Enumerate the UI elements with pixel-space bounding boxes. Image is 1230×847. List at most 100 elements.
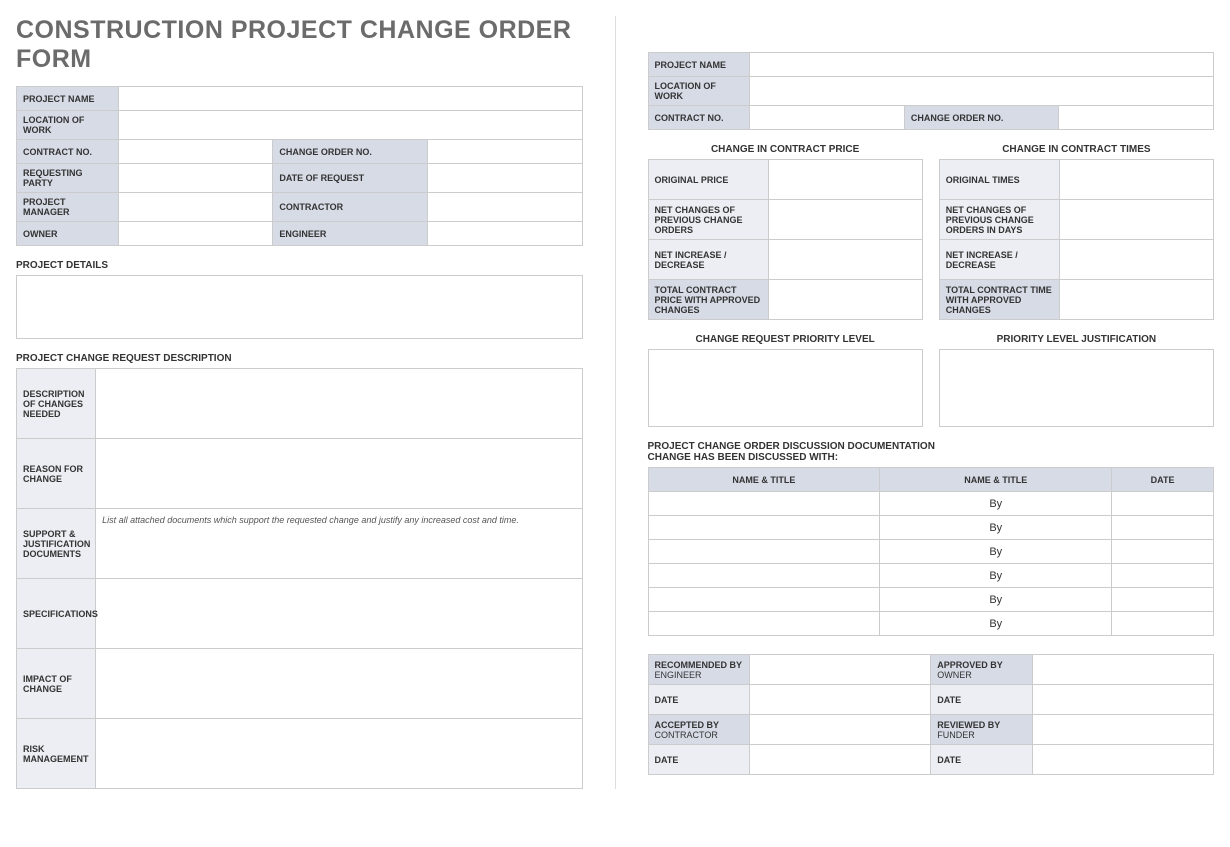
field-contract-no[interactable]	[118, 140, 273, 164]
field-contract-no-r[interactable]	[750, 106, 905, 130]
field-approved-by[interactable]	[1033, 655, 1214, 685]
field-project-manager[interactable]	[118, 193, 273, 222]
section-times-title: CHANGE IN CONTRACT TIMES	[939, 144, 1214, 155]
cell-name1[interactable]	[648, 588, 880, 612]
label-orig-price: ORIGINAL PRICE	[648, 160, 769, 200]
table-row: By	[648, 540, 1214, 564]
label-net-prev-times: NET CHANGES OF PREVIOUS CHANGE ORDERS IN…	[939, 200, 1060, 240]
field-owner[interactable]	[118, 222, 273, 246]
form-title: CONSTRUCTION PROJECT CHANGE ORDER FORM	[16, 16, 583, 74]
section-change-req-desc: PROJECT CHANGE REQUEST DESCRIPTION	[16, 353, 583, 364]
field-project-name[interactable]	[118, 87, 582, 111]
section-priority-just: PRIORITY LEVEL JUSTIFICATION	[939, 334, 1214, 345]
label-project-manager: PROJECT MANAGER	[17, 193, 119, 222]
header-table-left: PROJECT NAME LOCATION OF WORK CONTRACT N…	[16, 86, 583, 246]
field-project-details[interactable]	[16, 275, 583, 339]
label-location: LOCATION OF WORK	[17, 111, 119, 140]
field-impact[interactable]	[96, 649, 582, 719]
cell-date[interactable]	[1112, 588, 1214, 612]
label-reason: REASON FOR CHANGE	[17, 439, 96, 509]
label-recommended-by: RECOMMENDED BYENGINEER	[648, 655, 750, 685]
table-row: By	[648, 492, 1214, 516]
field-date-4[interactable]	[1033, 745, 1214, 775]
field-net-prev-times[interactable]	[1060, 200, 1214, 240]
field-support[interactable]: List all attached documents which suppor…	[96, 509, 582, 579]
field-engineer[interactable]	[427, 222, 582, 246]
field-change-order-no[interactable]	[427, 140, 582, 164]
cell-name1[interactable]	[648, 564, 880, 588]
label-date-4: DATE	[931, 745, 1033, 775]
cell-by[interactable]: By	[880, 516, 1112, 540]
cell-date[interactable]	[1112, 612, 1214, 636]
field-accepted-by[interactable]	[750, 715, 931, 745]
field-specifications[interactable]	[96, 579, 582, 649]
field-priority-level[interactable]	[648, 349, 923, 427]
field-location[interactable]	[118, 111, 582, 140]
hint-support: List all attached documents which suppor…	[102, 515, 519, 525]
field-net-incdec-price[interactable]	[769, 240, 923, 280]
label-date-2: DATE	[931, 685, 1033, 715]
cell-name1[interactable]	[648, 516, 880, 540]
field-total-times[interactable]	[1060, 280, 1214, 320]
cell-by[interactable]: By	[880, 612, 1112, 636]
field-priority-just[interactable]	[939, 349, 1214, 427]
label-risk: RISK MANAGEMENT	[17, 719, 96, 789]
page-left: CONSTRUCTION PROJECT CHANGE ORDER FORM P…	[16, 16, 583, 789]
table-row: By	[648, 516, 1214, 540]
field-reviewed-by[interactable]	[1033, 715, 1214, 745]
cell-by[interactable]: By	[880, 540, 1112, 564]
label-date-1: DATE	[648, 685, 750, 715]
approval-table: RECOMMENDED BYENGINEER APPROVED BYOWNER …	[648, 654, 1215, 775]
field-orig-times[interactable]	[1060, 160, 1214, 200]
label-total-times: TOTAL CONTRACT TIME WITH APPROVED CHANGE…	[939, 280, 1060, 320]
page-divider	[615, 16, 616, 789]
field-orig-price[interactable]	[769, 160, 923, 200]
cell-by[interactable]: By	[880, 564, 1112, 588]
field-contractor[interactable]	[427, 193, 582, 222]
cell-name1[interactable]	[648, 612, 880, 636]
field-location-r[interactable]	[750, 77, 1214, 106]
label-date-request: DATE OF REQUEST	[273, 164, 428, 193]
table-row: By	[648, 612, 1214, 636]
cell-date[interactable]	[1112, 540, 1214, 564]
field-date-2[interactable]	[1033, 685, 1214, 715]
label-approved-by: APPROVED BYOWNER	[931, 655, 1033, 685]
field-desc-changes[interactable]	[96, 369, 582, 439]
field-reason[interactable]	[96, 439, 582, 509]
field-project-name-r[interactable]	[750, 53, 1214, 77]
cell-date[interactable]	[1112, 564, 1214, 588]
field-total-price[interactable]	[769, 280, 923, 320]
times-table: ORIGINAL TIMES NET CHANGES OF PREVIOUS C…	[939, 159, 1214, 320]
section-priority-level: CHANGE REQUEST PRIORITY LEVEL	[648, 334, 923, 345]
label-project-name-r: PROJECT NAME	[648, 53, 750, 77]
cell-by[interactable]: By	[880, 588, 1112, 612]
cell-date[interactable]	[1112, 492, 1214, 516]
cell-by[interactable]: By	[880, 492, 1112, 516]
cell-date[interactable]	[1112, 516, 1214, 540]
label-desc-changes: DESCRIPTION OF CHANGES NEEDED	[17, 369, 96, 439]
field-date-1[interactable]	[750, 685, 931, 715]
cell-name1[interactable]	[648, 540, 880, 564]
field-risk[interactable]	[96, 719, 582, 789]
label-contractor: CONTRACTOR	[273, 193, 428, 222]
label-requesting-party: REQUESTING PARTY	[17, 164, 119, 193]
header-table-right: PROJECT NAME LOCATION OF WORK CONTRACT N…	[648, 52, 1215, 130]
label-date-3: DATE	[648, 745, 750, 775]
field-change-order-no-r[interactable]	[1059, 106, 1214, 130]
label-owner: OWNER	[17, 222, 119, 246]
label-reviewed-by: REVIEWED BYFUNDER	[931, 715, 1033, 745]
label-specifications: SPECIFICATIONS	[17, 579, 96, 649]
cell-name1[interactable]	[648, 492, 880, 516]
section-project-details: PROJECT DETAILS	[16, 260, 583, 271]
label-location-r: LOCATION OF WORK	[648, 77, 750, 106]
field-net-prev-price[interactable]	[769, 200, 923, 240]
field-requesting-party[interactable]	[118, 164, 273, 193]
field-date-3[interactable]	[750, 745, 931, 775]
field-date-request[interactable]	[427, 164, 582, 193]
field-net-incdec-times[interactable]	[1060, 240, 1214, 280]
col-date: DATE	[1112, 468, 1214, 492]
field-recommended-by[interactable]	[750, 655, 931, 685]
price-table: ORIGINAL PRICE NET CHANGES OF PREVIOUS C…	[648, 159, 923, 320]
table-row: By	[648, 588, 1214, 612]
section-price-title: CHANGE IN CONTRACT PRICE	[648, 144, 923, 155]
